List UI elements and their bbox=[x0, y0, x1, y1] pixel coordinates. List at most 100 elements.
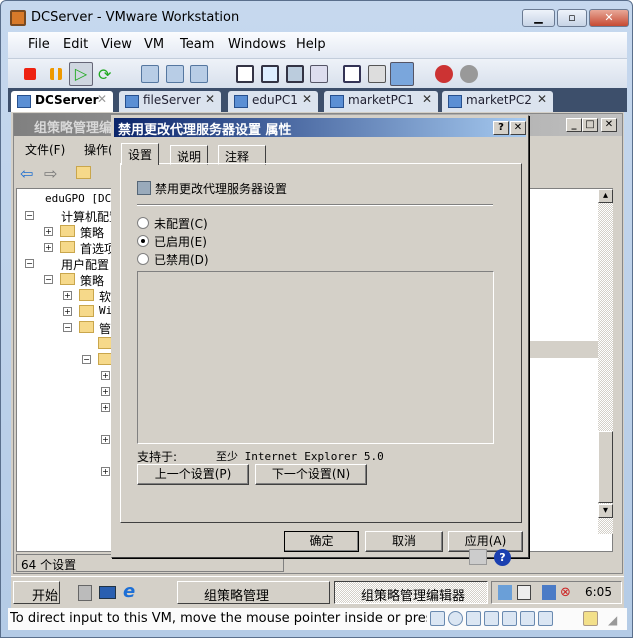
fullscreen-icon[interactable] bbox=[261, 65, 279, 83]
vertical-scrollbar[interactable]: ▴ ▾ bbox=[598, 189, 613, 534]
tab-close-icon[interactable]: ✕ bbox=[205, 92, 215, 106]
console-view-icon[interactable] bbox=[310, 65, 328, 83]
cd-dvd-icon[interactable] bbox=[448, 611, 463, 626]
tab-close-icon[interactable]: ✕ bbox=[537, 92, 547, 106]
expand-icon[interactable]: + bbox=[101, 403, 110, 412]
tab-fileserver[interactable]: fileServer ✕ bbox=[119, 91, 221, 112]
display-icon[interactable] bbox=[520, 611, 535, 626]
gpe-close-button[interactable]: ✕ bbox=[601, 118, 617, 132]
menu-help[interactable]: Help bbox=[296, 37, 326, 52]
volume-muted-icon[interactable]: ⊗ bbox=[560, 585, 571, 600]
gpe-menu-file[interactable]: 文件(F) bbox=[25, 141, 65, 158]
expand-icon[interactable]: + bbox=[101, 467, 110, 476]
notes-icon[interactable] bbox=[583, 611, 598, 626]
sound-icon[interactable] bbox=[484, 611, 499, 626]
tree-item-user-config[interactable]: 用户配置 bbox=[61, 256, 109, 273]
close-button[interactable]: ✕ bbox=[589, 9, 629, 27]
gpe-maximize-button[interactable]: □ bbox=[582, 118, 598, 132]
cancel-button[interactable]: 取消 bbox=[365, 531, 443, 552]
snapshot-manager-icon[interactable] bbox=[190, 65, 208, 83]
expand-icon[interactable]: + bbox=[101, 435, 110, 444]
network-icon[interactable] bbox=[542, 585, 556, 600]
collapse-icon[interactable]: − bbox=[25, 211, 34, 220]
show-desktop-icon[interactable] bbox=[99, 586, 116, 599]
reset-icon[interactable]: ⟳ bbox=[98, 65, 116, 84]
usb-icon[interactable] bbox=[502, 611, 517, 626]
revert-snapshot-icon[interactable] bbox=[166, 65, 184, 83]
snapshot-icon[interactable] bbox=[141, 65, 159, 83]
menu-edit[interactable]: Edit bbox=[63, 37, 88, 52]
sidebar-icon[interactable] bbox=[236, 65, 254, 83]
tab-explain[interactable]: 说明 bbox=[170, 145, 209, 165]
internet-explorer-icon[interactable]: e bbox=[123, 581, 135, 602]
next-setting-button[interactable]: 下一个设置(N) bbox=[255, 464, 367, 485]
tree-item-admin-templates[interactable]: 管 bbox=[99, 320, 111, 337]
radio-enabled[interactable] bbox=[137, 235, 149, 247]
expand-icon[interactable]: + bbox=[101, 371, 110, 380]
tab-comment[interactable]: 注释 bbox=[218, 145, 266, 165]
play-icon[interactable]: ▷ bbox=[69, 62, 93, 86]
keyboard-icon[interactable] bbox=[469, 549, 487, 565]
gpe-menu-action[interactable]: 操作( bbox=[84, 141, 113, 158]
collapse-icon[interactable]: − bbox=[82, 355, 91, 364]
expand-icon[interactable]: + bbox=[63, 307, 72, 316]
tree-item-policies[interactable]: 策略 bbox=[80, 224, 104, 241]
menu-file[interactable]: File bbox=[28, 37, 50, 52]
tab-settings[interactable]: 设置 bbox=[121, 143, 160, 165]
server-manager-icon[interactable] bbox=[78, 585, 92, 601]
scroll-down-button[interactable]: ▾ bbox=[598, 504, 613, 518]
hard-disk-icon[interactable] bbox=[430, 611, 445, 626]
collapse-icon[interactable]: − bbox=[63, 323, 72, 332]
console-icon[interactable] bbox=[390, 62, 414, 86]
summary-icon[interactable] bbox=[343, 65, 361, 83]
expand-icon[interactable]: + bbox=[44, 243, 53, 252]
appliance-icon[interactable] bbox=[368, 65, 386, 83]
floppy-icon[interactable] bbox=[538, 611, 553, 626]
radio-disabled[interactable] bbox=[137, 253, 149, 265]
scroll-up-button[interactable]: ▴ bbox=[598, 189, 613, 203]
dialog-close-button[interactable]: ✕ bbox=[510, 121, 526, 135]
radio-not-configured[interactable] bbox=[137, 217, 149, 229]
network-adapter-icon[interactable] bbox=[466, 611, 481, 626]
scroll-thumb[interactable] bbox=[598, 431, 613, 503]
restore-button[interactable]: ▫ bbox=[557, 9, 587, 27]
ok-button[interactable]: 确定 bbox=[284, 531, 359, 552]
quick-switch-icon[interactable] bbox=[286, 65, 304, 83]
menu-team[interactable]: Team bbox=[180, 37, 214, 52]
resize-grip-icon[interactable]: ◢ bbox=[608, 613, 617, 627]
start-button[interactable]: 开始 bbox=[13, 581, 60, 604]
expand-icon[interactable]: + bbox=[63, 291, 72, 300]
tab-close-icon[interactable]: ✕ bbox=[302, 92, 312, 106]
taskbar-item-gpe[interactable]: 组策略管理编辑器 bbox=[334, 581, 488, 604]
menu-windows[interactable]: Windows bbox=[228, 37, 286, 52]
previous-setting-button[interactable]: 上一个设置(P) bbox=[137, 464, 249, 485]
tab-dcserver[interactable]: DCServer ✕ bbox=[11, 91, 113, 112]
back-icon[interactable]: ⇦ bbox=[20, 164, 33, 183]
tab-marketpc2[interactable]: marketPC2 ✕ bbox=[442, 91, 553, 112]
minimize-button[interactable]: ▁ bbox=[522, 9, 555, 27]
expand-icon[interactable]: + bbox=[101, 387, 110, 396]
tree-item-user-policies[interactable]: 策略 bbox=[80, 272, 104, 289]
gpe-minimize-button[interactable]: _ bbox=[566, 118, 582, 132]
tab-close-icon[interactable]: ✕ bbox=[422, 92, 432, 106]
clone-icon[interactable] bbox=[460, 65, 478, 83]
taskbar-item-gpm[interactable]: 组策略管理 bbox=[177, 581, 330, 604]
help-button[interactable]: ? bbox=[493, 121, 509, 135]
menu-vm[interactable]: VM bbox=[144, 37, 164, 52]
tab-marketpc1[interactable]: marketPC1 ✕ bbox=[324, 91, 438, 112]
forward-icon[interactable]: ⇨ bbox=[44, 164, 57, 183]
help-icon[interactable]: ? bbox=[494, 549, 511, 566]
tree-item-software[interactable]: 软 bbox=[99, 288, 111, 305]
collapse-icon[interactable]: − bbox=[25, 259, 34, 268]
pause-icon[interactable] bbox=[50, 68, 62, 80]
collapse-icon[interactable]: − bbox=[44, 275, 53, 284]
tab-close-icon[interactable]: ✕ bbox=[97, 92, 107, 106]
stop-icon[interactable] bbox=[24, 68, 36, 80]
security-warning-icon[interactable] bbox=[517, 585, 531, 600]
expand-icon[interactable]: + bbox=[44, 227, 53, 236]
up-folder-icon[interactable] bbox=[76, 166, 91, 179]
tray-app-icon[interactable] bbox=[498, 585, 512, 600]
menu-view[interactable]: View bbox=[101, 37, 132, 52]
tab-edupc1[interactable]: eduPC1 ✕ bbox=[228, 91, 318, 112]
team-icon[interactable] bbox=[435, 65, 453, 83]
